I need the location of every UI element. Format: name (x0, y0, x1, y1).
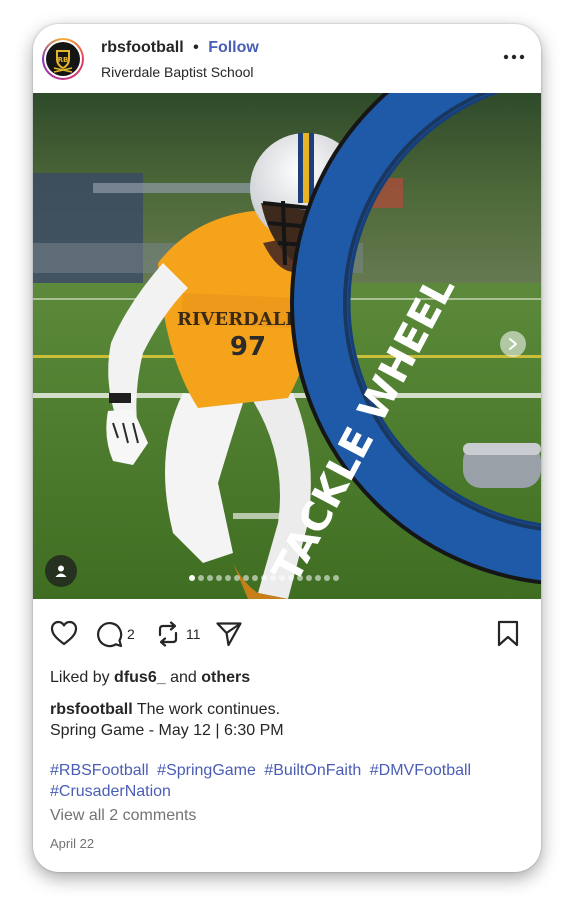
likes-others[interactable]: others (201, 669, 250, 686)
carousel-next-button[interactable] (500, 331, 526, 357)
action-bar: 2 11 (33, 620, 541, 650)
carousel-indicator (189, 575, 339, 583)
caption-line1: The work continues. (136, 701, 281, 718)
view-comments-link[interactable]: View all 2 comments (50, 807, 196, 825)
carousel-dot (279, 575, 285, 581)
caption-username[interactable]: rbsfootball (50, 701, 133, 718)
person-icon (55, 565, 67, 577)
likes-line: Liked by dfus6_ and others (50, 669, 250, 687)
likes-conj: and (170, 669, 197, 686)
header-user-line: rbsfootball • Follow (101, 39, 259, 57)
carousel-dot (216, 575, 222, 581)
carousel-dot (306, 575, 312, 581)
separator-dot: • (193, 39, 199, 56)
bookmark-icon (497, 620, 519, 647)
carousel-dot (198, 575, 204, 581)
hashtag-link[interactable]: #BuiltOnFaith (264, 762, 361, 779)
carousel-dot (288, 575, 294, 581)
comment-count: 2 (127, 626, 135, 642)
post-card: RB rbsfootball • Follow Riverdale Baptis… (33, 24, 541, 872)
caption: rbsfootball The work continues. Spring G… (50, 699, 520, 741)
carousel-dot (324, 575, 330, 581)
jersey-text: RIVERDALE (177, 309, 299, 330)
repost-button[interactable]: 11 (154, 620, 201, 648)
repost-icon (158, 621, 178, 647)
carousel-dot (234, 575, 240, 581)
hashtag-link[interactable]: #CrusaderNation (50, 783, 171, 800)
carousel-dot (333, 575, 339, 581)
repost-count: 11 (186, 626, 201, 642)
hashtag-link[interactable]: #RBSFootball (50, 762, 149, 779)
post-photo[interactable]: RIVERDALE 97 TACKLE WHEEL (33, 93, 541, 599)
send-icon (216, 622, 242, 647)
liker-username[interactable]: dfus6_ (114, 669, 166, 686)
carousel-dot (243, 575, 249, 581)
carousel-dot (189, 575, 195, 581)
carousel-dot (270, 575, 276, 581)
carousel-dot (297, 575, 303, 581)
carousel-dot (225, 575, 231, 581)
jersey-number: 97 (230, 332, 266, 362)
carousel-dot (261, 575, 267, 581)
more-horizontal-icon (503, 54, 525, 60)
carousel-dot (315, 575, 321, 581)
svg-text:RB: RB (58, 56, 69, 64)
hashtags: #RBSFootball #SpringGame #BuiltOnFaith #… (50, 760, 520, 802)
hashtag-link[interactable]: #SpringGame (157, 762, 256, 779)
caption-line2: Spring Game - May 12 | 6:30 PM (50, 722, 284, 739)
share-button[interactable] (215, 620, 243, 648)
hashtag-link[interactable]: #DMVFootball (370, 762, 471, 779)
likes-prefix: Liked by (50, 669, 110, 686)
save-button[interactable] (496, 620, 520, 648)
school-logo: RB (46, 42, 80, 76)
post-date: April 22 (50, 836, 95, 851)
username-link[interactable]: rbsfootball (101, 39, 184, 56)
avatar-ring-gap: RB (44, 40, 82, 78)
carousel-dot (207, 575, 213, 581)
location-link[interactable]: Riverdale Baptist School (101, 64, 254, 80)
heart-icon (50, 620, 78, 646)
follow-button[interactable]: Follow (208, 39, 259, 56)
chevron-right-icon (509, 338, 517, 350)
comment-button[interactable]: 2 (95, 620, 135, 648)
comment-icon (97, 622, 123, 648)
more-options-button[interactable] (499, 42, 529, 72)
carousel-dot (252, 575, 258, 581)
post-header: RB rbsfootball • Follow Riverdale Baptis… (33, 24, 541, 93)
tagged-users-button[interactable] (45, 555, 77, 587)
like-button[interactable] (50, 620, 78, 646)
avatar[interactable]: RB (42, 38, 84, 80)
